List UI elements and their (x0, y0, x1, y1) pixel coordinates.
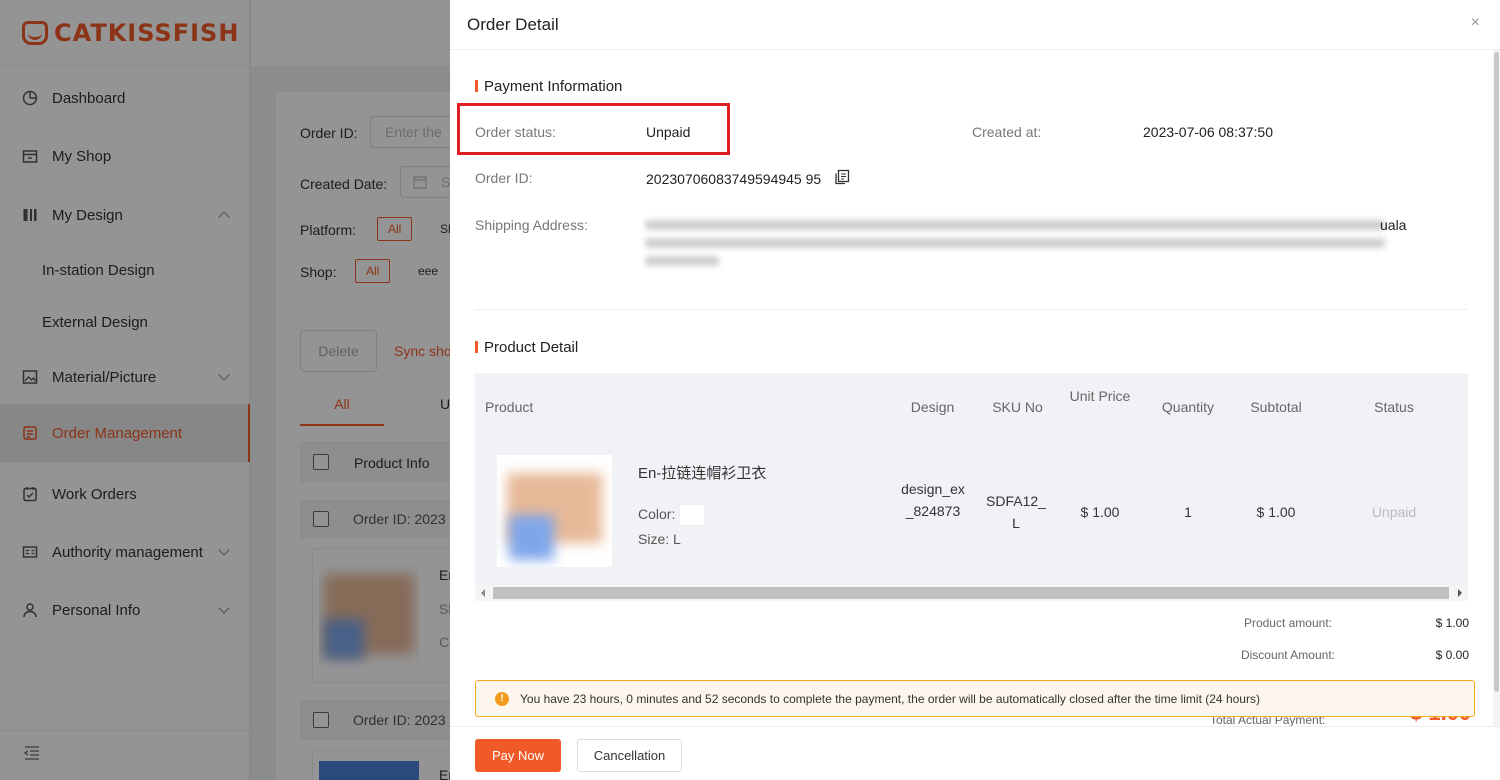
product-name: En-拉链连帽衫卫衣 (638, 465, 767, 482)
created-at-value: 2023-07-06 08:37:50 (1143, 124, 1273, 140)
column-header-status: Status (1374, 399, 1414, 415)
product-unit-price: $ 1.00 (1080, 504, 1120, 520)
product-detail-table: Product Design SKU No Unit Price Quantit… (475, 373, 1468, 585)
order-id-value: 20230706083749594945 95 (646, 171, 822, 187)
product-image[interactable] (497, 455, 612, 567)
notice-text: You have 23 hours, 0 minutes and 52 seco… (520, 691, 1260, 706)
scroll-right-icon[interactable] (1458, 589, 1462, 597)
drawer-title: Order Detail (467, 14, 559, 34)
horizontal-scrollbar[interactable] (475, 585, 1468, 601)
column-header-quantity: Quantity (1161, 399, 1215, 415)
color-label: Color: (638, 506, 676, 522)
discount-amount-value: $ 0.00 (1435, 648, 1469, 662)
order-detail-drawer: Order Detail × Payment Information Order… (450, 0, 1500, 780)
shipping-address-label: Shipping Address: (475, 217, 588, 233)
product-color: Color: (638, 503, 706, 527)
product-design: design_ex_824873 (901, 481, 965, 519)
color-swatch (679, 504, 706, 527)
product-subtotal: $ 1.00 (1256, 504, 1296, 520)
column-header-unit-price: Unit Price (1069, 388, 1131, 404)
scroll-left-icon[interactable] (481, 589, 485, 597)
discount-amount-label: Discount Amount: (1240, 648, 1335, 662)
pay-now-button[interactable]: Pay Now (475, 739, 561, 772)
order-id-label: Order ID: (475, 170, 533, 186)
created-at-label: Created at: (972, 124, 1042, 140)
close-icon[interactable]: × (1471, 14, 1480, 32)
drawer-header: Order Detail (450, 0, 1500, 50)
copy-icon[interactable] (834, 169, 850, 190)
drawer-footer: Pay Now Cancellation (450, 726, 1500, 780)
scrollbar-thumb[interactable] (1494, 52, 1499, 692)
scrollbar-thumb[interactable] (493, 587, 1449, 599)
shipping-address-tail: uala (1380, 217, 1407, 233)
shipping-address-blurred (645, 212, 1385, 278)
product-status: Unpaid (1371, 504, 1417, 520)
warning-icon: ! (495, 692, 509, 706)
product-amount-label: Product amount: (1243, 616, 1332, 630)
column-header-subtotal: Subtotal (1250, 399, 1302, 415)
section-divider (475, 309, 1468, 310)
product-sku: SDFA12_L (986, 493, 1046, 531)
column-header-sku: SKU No (992, 399, 1043, 415)
product-quantity: 1 (1184, 504, 1192, 520)
column-header-design: Design (910, 399, 955, 415)
vertical-scrollbar[interactable] (1493, 50, 1500, 726)
product-amount-value: $ 1.00 (1435, 616, 1469, 630)
product-detail-title: Product Detail (475, 339, 578, 356)
payment-information-title: Payment Information (475, 78, 622, 95)
order-status-value: Unpaid (646, 124, 691, 140)
order-status-label: Order status: (475, 124, 556, 140)
product-size: Size: L (638, 531, 681, 547)
column-header-product: Product (485, 399, 534, 415)
cancellation-button[interactable]: Cancellation (577, 739, 682, 772)
payment-countdown-notice: ! You have 23 hours, 0 minutes and 52 se… (475, 680, 1475, 717)
